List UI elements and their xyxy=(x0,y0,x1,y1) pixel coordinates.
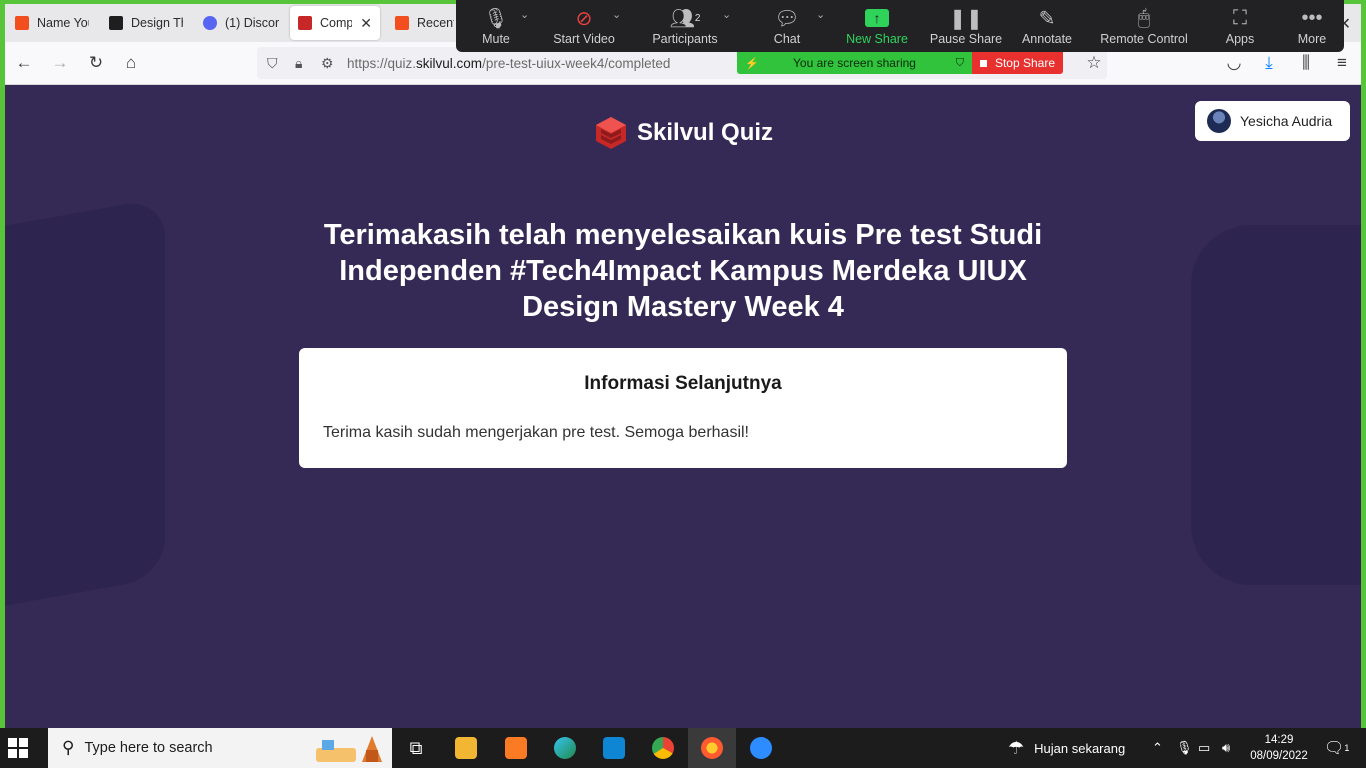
figma-icon xyxy=(15,16,29,30)
quiz-page: Skilvul Quiz Yesicha Audria Terimakasih … xyxy=(5,85,1361,728)
chrome-icon[interactable] xyxy=(639,728,687,768)
participants-icon: 👥︎ 2 xyxy=(669,7,701,30)
forward-arrow-icon[interactable]: → xyxy=(49,52,71,74)
info-card: Informasi Selanjutnya Terima kasih sudah… xyxy=(299,348,1067,468)
tab-completed[interactable]: Compl ✕ xyxy=(290,6,380,40)
shield-check-icon: ⛉ xyxy=(955,56,964,69)
task-view-icon[interactable]: ⧉ xyxy=(392,728,440,768)
library-icon[interactable]: ⫼ xyxy=(1295,52,1317,74)
battery-icon[interactable]: ▭ xyxy=(1198,728,1210,768)
brand-header[interactable]: Skilvul Quiz xyxy=(593,115,773,151)
skilvul-logo-icon xyxy=(596,117,626,149)
lock-icon[interactable]: 🔒︎ xyxy=(295,55,302,72)
completion-title: Terimakasih telah menyelesaikan kuis Pre… xyxy=(323,219,1043,323)
pencil-icon: ✎ xyxy=(1038,7,1056,30)
xampp-icon[interactable] xyxy=(492,728,540,768)
info-card-text: Terima kasih sudah mengerjakan pre test.… xyxy=(323,424,749,441)
bookmark-star-icon[interactable]: ☆ xyxy=(1083,52,1105,74)
discord-icon xyxy=(203,16,217,30)
pocket-icon[interactable]: ◡ xyxy=(1223,52,1245,74)
tab-name-you[interactable]: Name You xyxy=(7,6,97,40)
info-card-title: Informasi Selanjutnya xyxy=(584,373,782,394)
sharing-icon: ⚡ xyxy=(745,57,759,70)
windows-taskbar: ⚲ Type here to search ⧉ ☂ Hujan sekarang… xyxy=(0,728,1366,768)
skilvul-icon xyxy=(298,16,312,30)
figma-icon xyxy=(109,16,123,30)
more-dots-icon: ••• xyxy=(1301,6,1323,29)
taskbar-search-box[interactable]: ⚲ Type here to search xyxy=(48,728,392,768)
file-explorer-icon[interactable] xyxy=(442,728,490,768)
search-icon: ⚲ xyxy=(62,738,75,757)
windows-start-icon[interactable] xyxy=(8,738,28,758)
avatar xyxy=(1207,109,1231,133)
tab-design-th[interactable]: Design Th xyxy=(101,6,191,40)
chevron-up-icon[interactable]: ⌃ xyxy=(1152,728,1163,768)
mouse-icon: 🖱︎ xyxy=(1138,6,1150,29)
home-icon[interactable]: ⌂ xyxy=(120,52,142,74)
stop-share-button[interactable]: Stop Share xyxy=(972,52,1063,74)
menu-icon[interactable]: ≡ xyxy=(1331,52,1353,74)
close-tab-icon[interactable]: ✕ xyxy=(360,15,372,32)
zoom-meeting-toolbar: 🎙︎ Mute ⌄ ⊘ Start Video ⌄ 👥︎ 2 Participan… xyxy=(456,0,1344,52)
firefox-icon[interactable] xyxy=(688,728,736,768)
screen-sharing-indicator: ⚡ You are screen sharing ⛉ xyxy=(737,52,972,74)
share-arrow-icon: ↑ xyxy=(832,4,922,32)
stop-square-icon xyxy=(979,59,987,67)
participants-button[interactable]: 👥︎ 2 Participants xyxy=(640,4,730,47)
remote-control-button[interactable]: 🖱︎ Remote Control xyxy=(1086,4,1202,47)
chevron-down-icon[interactable]: ⌄ xyxy=(722,8,731,21)
background-decoration xyxy=(5,197,165,613)
new-share-button[interactable]: ↑ New Share xyxy=(832,4,922,46)
url-text: https://quiz.skilvul.com/pre-test-uiux-w… xyxy=(347,56,671,71)
background-decoration xyxy=(1191,225,1361,585)
shield-icon[interactable]: ⛉ xyxy=(267,55,278,72)
figma-icon xyxy=(395,16,409,30)
vscode-icon[interactable] xyxy=(590,728,638,768)
user-profile-button[interactable]: Yesicha Audria xyxy=(1195,101,1350,141)
reload-icon[interactable]: ↻ xyxy=(85,52,107,74)
chevron-down-icon[interactable]: ⌄ xyxy=(520,8,529,21)
search-highlight-illustration-icon xyxy=(316,736,382,762)
chevron-down-icon[interactable]: ⌄ xyxy=(612,8,621,21)
weather-widget[interactable]: ☂ Hujan sekarang xyxy=(1008,728,1125,768)
more-button[interactable]: ••• More xyxy=(1267,4,1357,47)
pause-icon: ❚❚ xyxy=(949,7,983,30)
pause-share-button[interactable]: ❚❚ Pause Share xyxy=(921,4,1011,47)
notification-center-icon[interactable]: 🗨︎ 1 xyxy=(1324,728,1349,768)
permissions-icon[interactable]: ⚙ xyxy=(321,55,334,72)
annotate-button[interactable]: ✎ Annotate xyxy=(1002,4,1092,47)
chevron-down-icon[interactable]: ⌄ xyxy=(816,8,825,21)
system-clock[interactable]: 14:29 08/09/2022 xyxy=(1244,732,1314,764)
microphone-icon[interactable]: 🎙︎ xyxy=(1176,728,1193,768)
downloads-icon[interactable]: ⤓ xyxy=(1258,52,1280,74)
tab-discord[interactable]: (1) Discor xyxy=(195,6,287,40)
volume-icon[interactable]: 🔊︎ xyxy=(1222,728,1230,768)
zoom-app-icon[interactable] xyxy=(737,728,785,768)
edge-icon[interactable] xyxy=(541,728,589,768)
umbrella-rain-icon: ☂ xyxy=(1008,737,1025,758)
back-arrow-icon[interactable]: ← xyxy=(13,52,35,74)
